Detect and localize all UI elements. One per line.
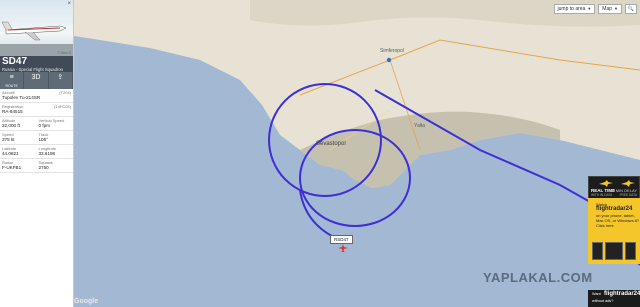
- tab-3d[interactable]: 3D: [24, 72, 49, 89]
- share-icon: ⇪: [57, 74, 64, 81]
- 3d-icon: 3D: [31, 74, 41, 81]
- aircraft-image: [0, 21, 73, 56]
- route-icon: ≡: [9, 74, 14, 81]
- label-sevastopol: Sevastopol: [316, 141, 346, 147]
- map-type-label: Map: [602, 6, 613, 12]
- detail-row: Speed 375 kt Track 105°: [0, 131, 73, 145]
- tablet-icon: [605, 242, 623, 260]
- ad-text: WITH IN-DATA: [591, 193, 613, 197]
- callsign-header: SD47 Russia - Special Flight Squadron: [0, 56, 73, 72]
- detail-value: 105°: [38, 137, 49, 142]
- ad-realtime[interactable]: REAL TIME 1 MIN DELAY WITH IN-DATA FREE …: [588, 176, 640, 200]
- label-simferopol: Simferopol: [380, 48, 404, 54]
- plane-icon: [599, 180, 635, 187]
- jump-to-area-select[interactable]: jump to area ▼: [553, 4, 596, 14]
- photo-credit: © Alex Z: [57, 51, 71, 55]
- ad-text: FREE DATA: [619, 193, 637, 197]
- panel-tabs: ≡ ROUTE 3D ⇪: [0, 72, 73, 89]
- detail-value: 32,000 ft: [2, 123, 20, 128]
- tab-route[interactable]: ≡ ROUTE: [0, 72, 25, 89]
- ad-brand: flightradar24: [604, 291, 640, 297]
- aircraft-photo[interactable]: × © Alex Z: [0, 0, 73, 56]
- detail-row: Altitude 32,000 ft Vertical Speed 0 fpm: [0, 117, 73, 131]
- ad-text: without ads?: [592, 299, 614, 303]
- watermark: YAPLAKAL.COM: [483, 270, 593, 285]
- plane-callsign-tag[interactable]: RSD47: [330, 235, 353, 244]
- phone-icon: [624, 242, 636, 260]
- map-controls: jump to area ▼ Map ▼ 🔍: [553, 4, 637, 14]
- ad-text: Click here: [596, 223, 614, 228]
- detail-value: Tupolev Tu-214SR: [2, 95, 41, 100]
- label-yalta: Yalta: [414, 123, 426, 129]
- chevron-down-icon: ▼: [614, 6, 618, 11]
- registration-code: (14FC03): [54, 104, 71, 109]
- city-marker: [386, 57, 392, 63]
- ad-brand: flightradar24: [596, 206, 633, 212]
- tab-share[interactable]: ⇪: [49, 72, 73, 89]
- close-icon[interactable]: ×: [67, 1, 71, 7]
- flight-details: (T204) Aircraft Tupolev Tu-214SR (14FC03) R…: [0, 89, 73, 173]
- detail-row: (T204) Aircraft Tupolev Tu-214SR: [0, 89, 73, 103]
- detail-value: 33.6198: [38, 151, 56, 156]
- map-type-select[interactable]: Map ▼: [598, 4, 622, 14]
- detail-value: 375 kt: [2, 137, 15, 142]
- flight-info-panel: × © Alex Z SD47 Russia - Special Flight …: [0, 0, 74, 307]
- detail-value: 44.0821: [2, 151, 19, 156]
- search-button[interactable]: 🔍: [625, 4, 637, 14]
- phone-icon: [592, 242, 604, 260]
- map-canvas[interactable]: [74, 0, 640, 307]
- jump-label: jump to area: [557, 6, 586, 12]
- detail-row: (14FC03) Registration RA-64515: [0, 103, 73, 117]
- ad-mobile-apps[interactable]: Watch flightradar24 on your phone, table…: [588, 198, 640, 264]
- ad-no-ads[interactable]: Want flightradar24 without ads?: [588, 290, 640, 307]
- search-icon: 🔍: [627, 6, 635, 12]
- chevron-down-icon: ▼: [587, 6, 592, 11]
- aircraft-code: (T204): [59, 90, 71, 95]
- google-logo: Google: [74, 298, 99, 305]
- detail-value: F-UKFB1: [2, 165, 22, 170]
- detail-value: RA-64515: [2, 109, 23, 114]
- detail-value: 0 fpm: [38, 123, 51, 128]
- device-icons: [592, 242, 636, 260]
- detail-row: Radar F-UKFB1 Squawk 2750: [0, 159, 73, 173]
- ad-text: Want: [592, 292, 601, 296]
- detail-value: 2750: [38, 165, 49, 170]
- detail-row: Latitude 44.0821 Longitude 33.6198: [0, 145, 73, 159]
